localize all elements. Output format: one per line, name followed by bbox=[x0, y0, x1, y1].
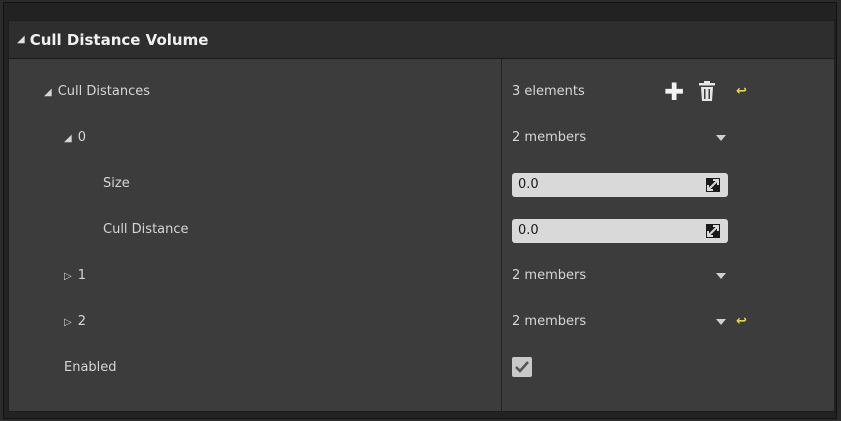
size-label: Size bbox=[103, 176, 130, 191]
collapse-triangle-icon[interactable]: ◢ bbox=[17, 34, 25, 45]
enabled-checkbox[interactable] bbox=[512, 357, 532, 377]
cull-distance-label: Cull Distance bbox=[103, 222, 189, 237]
checkmark-icon bbox=[515, 361, 529, 373]
element-row-1: ▷ 1 2 members bbox=[9, 253, 834, 299]
chevron-down-icon[interactable] bbox=[716, 319, 726, 325]
reset-to-default-icon[interactable]: ↩ bbox=[736, 69, 747, 115]
element-row-2: ▷ 2 2 members ↩ bbox=[9, 299, 834, 345]
trash-icon[interactable] bbox=[699, 81, 715, 103]
element-count: 3 elements bbox=[512, 84, 585, 99]
enabled-row: Enabled bbox=[9, 345, 834, 391]
members-summary: 2 members bbox=[512, 314, 587, 329]
element-index: 1 bbox=[77, 268, 86, 283]
cull-distance-row: Cull Distance 0.0 bbox=[9, 207, 834, 253]
element-2-label-group[interactable]: ▷ 2 bbox=[64, 299, 86, 345]
collapsed-triangle-icon[interactable]: ▷ bbox=[64, 317, 72, 328]
drag-handle-icon[interactable] bbox=[706, 178, 720, 192]
chevron-down-icon[interactable] bbox=[716, 135, 726, 141]
cull-distances-label: Cull Distances bbox=[57, 84, 150, 99]
cull-distances-row: ◢ Cull Distances 3 elements ✚ ↩ bbox=[9, 69, 834, 115]
plus-icon[interactable]: ✚ bbox=[664, 69, 684, 115]
expand-triangle-icon[interactable]: ◢ bbox=[64, 133, 72, 144]
drag-handle-icon[interactable] bbox=[706, 224, 720, 238]
members-summary: 2 members bbox=[512, 268, 587, 283]
reset-to-default-icon[interactable]: ↩ bbox=[736, 299, 747, 345]
element-index: 0 bbox=[77, 130, 86, 145]
members-summary: 2 members bbox=[512, 130, 587, 145]
collapsed-triangle-icon[interactable]: ▷ bbox=[64, 271, 72, 282]
size-value: 0.0 bbox=[518, 177, 539, 192]
details-panel: ◢ Cull Distance Volume ◢ Cull Distances 3… bbox=[8, 20, 835, 412]
section-header[interactable]: ◢ Cull Distance Volume bbox=[9, 21, 834, 59]
size-field[interactable]: 0.0 bbox=[512, 173, 728, 197]
enabled-label: Enabled bbox=[64, 360, 117, 375]
element-row-0: ◢ 0 2 members bbox=[9, 115, 834, 161]
cull-distance-field[interactable]: 0.0 bbox=[512, 219, 728, 243]
chevron-down-icon[interactable] bbox=[716, 273, 726, 279]
section-title: Cull Distance Volume bbox=[29, 30, 209, 49]
element-index: 2 bbox=[77, 314, 86, 329]
element-1-label-group[interactable]: ▷ 1 bbox=[64, 253, 86, 299]
cull-distance-value: 0.0 bbox=[518, 223, 539, 238]
cull-distances-label-group[interactable]: ◢ Cull Distances bbox=[44, 69, 150, 115]
expand-triangle-icon[interactable]: ◢ bbox=[44, 87, 52, 98]
size-row: Size 0.0 bbox=[9, 161, 834, 207]
element-0-label-group[interactable]: ◢ 0 bbox=[64, 115, 86, 161]
